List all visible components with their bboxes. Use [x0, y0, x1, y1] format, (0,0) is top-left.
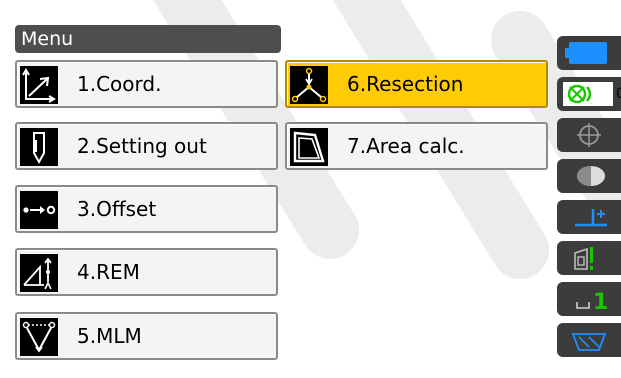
menu-item-label: 7.Area calc. [347, 134, 465, 158]
menu-item-offset[interactable]: 3.Offset [15, 185, 278, 233]
menu-item-label: 5.MLM [77, 324, 142, 348]
sidebar-input-mode[interactable]: 1 [557, 282, 621, 316]
menu-item-label: 6.Resection [347, 72, 464, 96]
sidebar-tilt-correction[interactable] [557, 200, 621, 234]
battery-icon [565, 42, 607, 64]
menu-item-mlm[interactable]: 5.MLM [15, 312, 278, 360]
page-title: Menu [15, 25, 281, 53]
target-icon [563, 82, 613, 106]
menu-item-area-calc[interactable]: 7.Area calc. [285, 122, 548, 170]
remote-elevation-icon [20, 254, 58, 292]
resection-icon [290, 66, 328, 104]
menu-item-label: 1.Coord. [77, 72, 162, 96]
sidebar-battery[interactable] [557, 36, 621, 70]
input-mode-icon: 1 [576, 290, 608, 315]
crosshair-icon [577, 123, 601, 147]
coordinate-axes-icon [20, 66, 58, 104]
area-polygon-icon [290, 128, 328, 166]
sidebar-crosshair[interactable] [557, 118, 621, 152]
menu-item-coord[interactable]: 1.Coord. [15, 60, 278, 108]
menu-item-rem[interactable]: 4.REM [15, 248, 278, 296]
missing-line-icon [20, 318, 58, 356]
tilt-correction-icon [575, 209, 607, 227]
sidebar-keyboard[interactable] [557, 323, 621, 357]
pen-marker-icon [20, 128, 58, 166]
menu-item-setting-out[interactable]: 2.Setting out [15, 122, 278, 170]
menu-item-label: 2.Setting out [77, 134, 207, 158]
offset-arrow-icon [20, 191, 58, 229]
menu-item-label: 4.REM [77, 260, 140, 284]
sidebar-ellipse[interactable] [557, 159, 621, 193]
menu-item-label: 3.Offset [77, 197, 157, 221]
svg-text:1: 1 [593, 290, 608, 315]
sidebar-target[interactable] [557, 77, 621, 111]
ellipse-icon [577, 166, 605, 186]
target-constant-value: 0 [616, 86, 621, 102]
menu-item-resection[interactable]: 6.Resection [285, 60, 548, 108]
sidebar-reflector[interactable] [557, 241, 621, 275]
keyboard-icon [571, 333, 607, 351]
reflector-icon [574, 247, 593, 270]
